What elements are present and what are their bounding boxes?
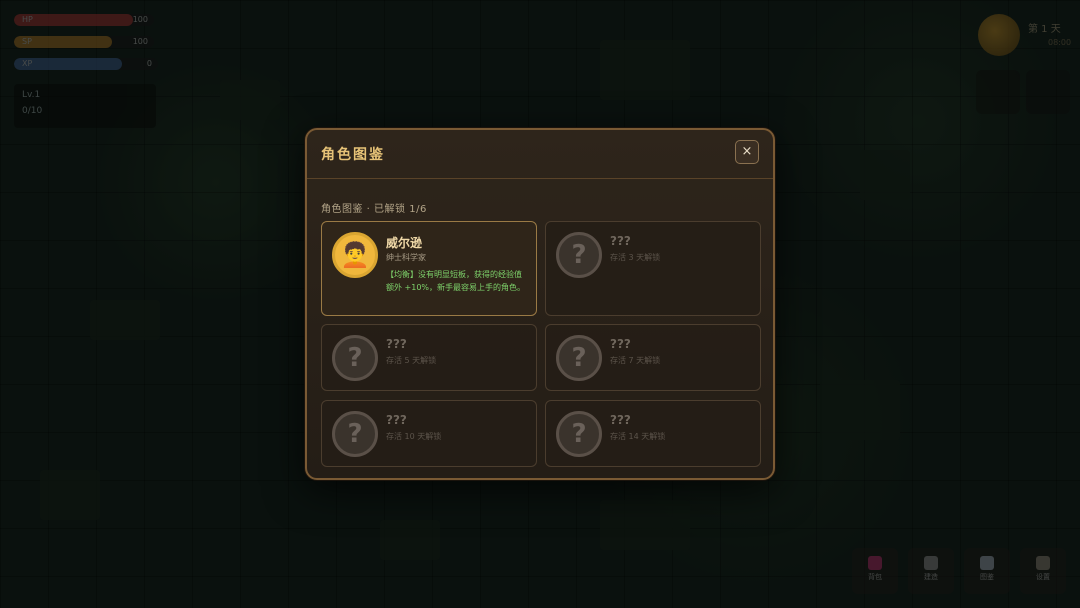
unlock-condition: 存活 14 天解锁 (610, 432, 666, 441)
character-name: 威尔逊 (386, 236, 423, 250)
character-card-locked[interactable]: ? ??? 存活 10 天解锁 (321, 400, 537, 467)
unlock-condition: 存活 3 天解锁 (610, 253, 661, 262)
character-name: ??? (610, 413, 631, 427)
character-card-locked[interactable]: ? ??? 存活 5 天解锁 (321, 324, 537, 391)
character-card-locked[interactable]: ? ??? 存活 3 天解锁 (545, 221, 761, 316)
unlock-condition: 存活 7 天解锁 (610, 356, 661, 365)
unlock-condition: 存活 5 天解锁 (386, 356, 437, 365)
character-card-wilson[interactable]: 🧑‍🦱 威尔逊 绅士科学家 【均衡】没有明显短板，获得的经验值额外 +10%，新… (321, 221, 537, 316)
unlock-progress-heading: 角色图鉴 · 已解锁 1/6 (321, 204, 427, 215)
locked-question-icon: ? (332, 335, 378, 381)
locked-question-icon: ? (332, 411, 378, 457)
character-name: ??? (386, 413, 407, 427)
character-name: ??? (610, 234, 631, 248)
character-description: 【均衡】没有明显短板，获得的经验值额外 +10%，新手最容易上手的角色。 (386, 270, 526, 292)
modal-header: 角色图鉴 × (307, 130, 773, 179)
scientist-portrait-icon: 🧑‍🦱 (332, 232, 378, 278)
close-button[interactable]: × (735, 140, 759, 164)
locked-question-icon: ? (556, 232, 602, 278)
character-card-locked[interactable]: ? ??? 存活 14 天解锁 (545, 400, 761, 467)
modal-title: 角色图鉴 (321, 147, 385, 163)
character-name: ??? (610, 337, 631, 351)
character-card-locked[interactable]: ? ??? 存活 7 天解锁 (545, 324, 761, 391)
character-name: ??? (386, 337, 407, 351)
character-codex-modal: 角色图鉴 × 角色图鉴 · 已解锁 1/6 🧑‍🦱 威尔逊 绅士科学家 【均衡】… (305, 128, 775, 480)
locked-question-icon: ? (556, 335, 602, 381)
locked-question-icon: ? (556, 411, 602, 457)
close-icon: × (741, 144, 753, 159)
character-title: 绅士科学家 (386, 253, 426, 262)
unlock-condition: 存活 10 天解锁 (386, 432, 442, 441)
